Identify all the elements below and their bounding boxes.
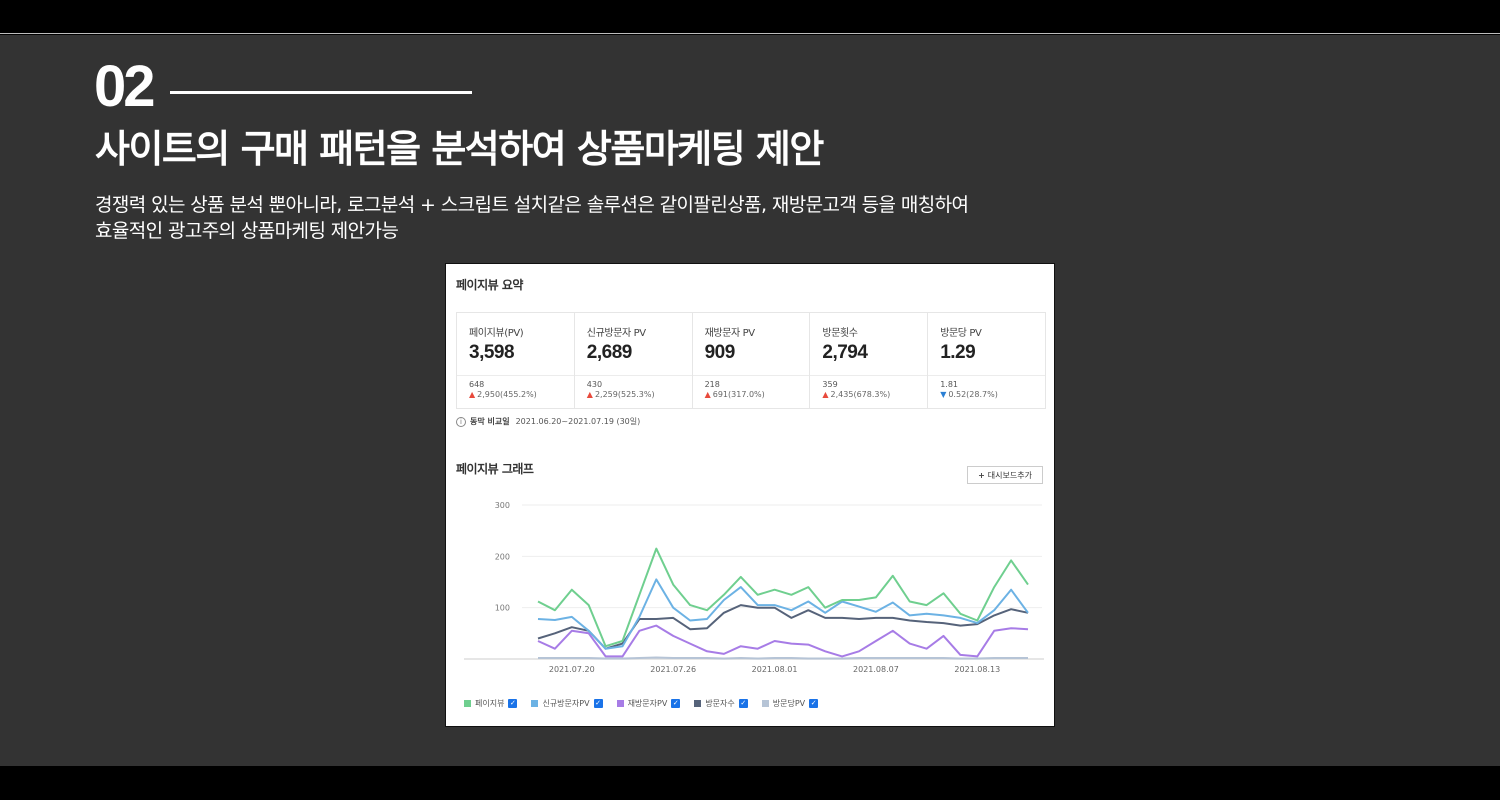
legend-label: 재방문자PV	[627, 699, 668, 708]
series-line	[537, 578, 1029, 650]
checkbox-checked-icon[interactable]: ✓	[671, 699, 681, 708]
kpi-value: 2,689	[586, 342, 633, 363]
x-tick-label: 2021.08.07	[853, 665, 899, 674]
kpi-change: ▼ 0.52(28.7%)	[940, 390, 1045, 399]
chart-legend: 페이지뷰 ✓ 신규방문자PV ✓ 재방문자PV ✓ 방문자수 ✓ 방문당PV ✓	[464, 698, 832, 709]
kpi-change-value: 2,259(525.3%)	[594, 390, 655, 399]
kpi-previous-value: 648	[469, 380, 485, 389]
x-tick-label: 2021.07.26	[650, 665, 696, 674]
legend-swatch	[694, 700, 702, 707]
kpi-previous-value: 430	[586, 380, 603, 389]
kpi-previous-value: 218	[704, 380, 720, 389]
comparison-period: 2021.06.20~2021.07.19 (30일)	[515, 417, 641, 426]
add-dashboard-label: 대시보드추가	[987, 470, 1032, 480]
section-rule	[170, 91, 472, 94]
kpi-previous-value: 359	[822, 380, 838, 389]
series-line	[538, 656, 1028, 660]
arrow-up-icon: ▲	[586, 390, 593, 399]
kpi-cell: 신규방문자 PV 2,689 430 ▲ 2,259(525.3%)	[574, 313, 693, 408]
kpi-summary-table: 페이지뷰(PV) 3,598 648 ▲ 2,950(455.2%) 신규방문자 …	[456, 312, 1046, 409]
series-line	[537, 547, 1029, 648]
legend-label: 신규방문자PV	[542, 699, 590, 708]
series-line	[537, 624, 1029, 658]
x-tick-label: 2021.08.01	[752, 665, 798, 674]
legend-item[interactable]: 방문당PV ✓	[761, 698, 819, 709]
kpi-value: 2,794	[822, 342, 868, 363]
legend-item[interactable]: 신규방문자PV ✓	[531, 698, 603, 709]
slide-description: 경쟁력 있는 상품 분석 뿐아니라, 로그분석 + 스크립트 설치같은 솔루션은…	[95, 192, 969, 244]
kpi-cell: 페이지뷰(PV) 3,598 648 ▲ 2,950(455.2%)	[457, 313, 575, 408]
kpi-label: 재방문자 PV	[704, 328, 755, 339]
kpi-change-value: 2,950(455.2%)	[477, 390, 537, 399]
legend-label: 방문자수	[705, 699, 735, 708]
legend-item[interactable]: 방문자수 ✓	[694, 698, 748, 709]
kpi-change: ▲ 2,950(455.2%)	[469, 390, 574, 399]
add-dashboard-button[interactable]: + 대시보드추가	[967, 466, 1043, 484]
checkbox-checked-icon[interactable]: ✓	[809, 699, 819, 708]
y-tick-label: 300	[495, 501, 510, 510]
section-number: 02	[94, 54, 155, 119]
y-tick-label: 100	[495, 604, 510, 613]
kpi-change-value: 691(317.0%)	[712, 390, 765, 399]
legend-label: 페이지뷰	[475, 699, 505, 708]
plus-icon: +	[978, 470, 985, 480]
kpi-label: 페이지뷰(PV)	[469, 328, 524, 339]
arrow-up-icon: ▲	[822, 390, 829, 399]
arrow-up-icon: ▲	[469, 390, 476, 399]
legend-swatch	[761, 700, 769, 707]
info-icon[interactable]: i	[456, 416, 466, 427]
description-line-1: 경쟁력 있는 상품 분석 뿐아니라, 로그분석 + 스크립트 설치같은 솔루션은…	[95, 194, 969, 216]
kpi-value: 3,598	[469, 342, 515, 363]
bottom-letterbox-bar	[0, 766, 1500, 800]
kpi-change: ▲ 691(317.0%)	[705, 390, 810, 399]
pageview-graph-title: 페이지뷰 그래프	[456, 462, 534, 476]
slide-headline: 사이트의 구매 패턴을 분석하여 상품마케팅 제안	[95, 127, 824, 171]
legend-swatch	[464, 700, 471, 707]
legend-item[interactable]: 재방문자PV ✓	[616, 698, 681, 709]
kpi-cell: 방문당 PV 1.29 1.81 ▼ 0.52(28.7%)	[928, 313, 1045, 408]
legend-swatch	[616, 700, 624, 707]
kpi-value: 1.29	[940, 342, 976, 363]
kpi-label: 신규방문자 PV	[586, 328, 646, 339]
arrow-down-icon: ▼	[940, 390, 947, 399]
pageview-summary-title: 페이지뷰 요약	[456, 278, 523, 292]
legend-swatch	[531, 700, 539, 707]
kpi-cell: 재방문자 PV 909 218 ▲ 691(317.0%)	[692, 313, 811, 408]
x-tick-label: 2021.07.20	[549, 665, 595, 674]
comparison-period-row: i 동막 비교일 2021.06.20~2021.07.19 (30일)	[456, 416, 640, 427]
y-tick-label: 200	[495, 552, 510, 561]
checkbox-checked-icon[interactable]: ✓	[508, 699, 518, 708]
x-tick-label: 2021.08.13	[954, 665, 1000, 674]
kpi-change: ▲ 2,435(678.3%)	[822, 390, 927, 399]
legend-item[interactable]: 페이지뷰 ✓	[464, 698, 518, 709]
kpi-label: 방문횟수	[822, 328, 858, 339]
arrow-up-icon: ▲	[704, 390, 711, 399]
kpi-change-value: 2,435(678.3%)	[830, 390, 891, 399]
kpi-change: ▲ 2,259(525.3%)	[587, 390, 692, 399]
kpi-change-value: 0.52(28.7%)	[948, 390, 998, 399]
kpi-label: 방문당 PV	[940, 328, 982, 339]
checkbox-checked-icon[interactable]: ✓	[593, 699, 603, 708]
checkbox-checked-icon[interactable]: ✓	[738, 699, 748, 708]
top-letterbox-bar	[0, 0, 1500, 34]
pageview-line-chart: 100 200 300 2021.07.20 2021.07.26 2021.08.01 2…	[464, 501, 1044, 674]
legend-label: 방문당PV	[772, 699, 806, 708]
kpi-value: 909	[704, 342, 736, 363]
analytics-screenshot-panel: 페이지뷰 요약 페이지뷰(PV) 3,598 648 ▲ 2,950(455.2%…	[445, 263, 1055, 727]
comparison-label: 동막 비교일	[470, 417, 510, 426]
description-line-2: 효율적인 광고주의 상품마케팅 제안가능	[95, 220, 399, 242]
kpi-cell: 방문횟수 2,794 359 ▲ 2,435(678.3%)	[810, 313, 929, 408]
kpi-previous-value: 1.81	[940, 380, 958, 389]
